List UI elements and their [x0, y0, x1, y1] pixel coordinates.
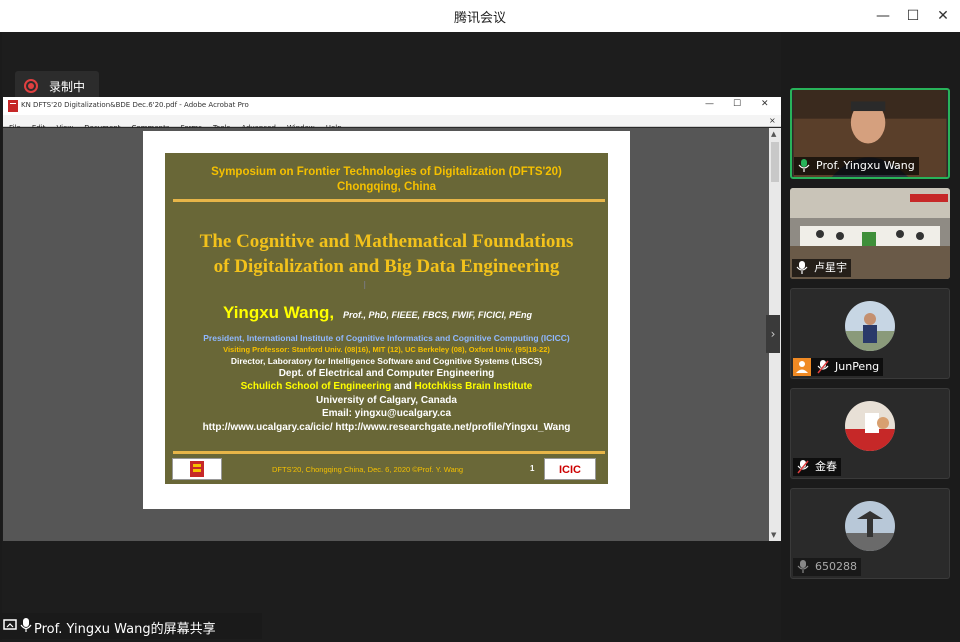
school-line: Schulich School of Engineering and Hotch… — [165, 381, 608, 392]
participant-name: 卢星宇 — [814, 261, 847, 274]
visiting-line: Visiting Professor: Stanford Univ. (08|1… — [223, 345, 550, 354]
dept-line: Dept. of Electrical and Computer Enginee… — [278, 368, 495, 379]
ucalgary-crest-logo — [172, 458, 222, 480]
acrobat-minimize-icon[interactable]: — — [705, 99, 714, 109]
scroll-down-icon[interactable]: ▼ — [771, 531, 776, 539]
footer-divider — [173, 451, 605, 454]
symposium-line2: Chongqing, China — [336, 181, 436, 193]
participant-name-tag: Prof. Yingxu Wang — [794, 157, 919, 175]
pdf-icon — [8, 100, 18, 112]
pdf-page: Symposium on Frontier Technologies of Di… — [143, 131, 630, 509]
acrobat-menu-bar: File Edit View Document Comments Forms T… — [3, 115, 781, 132]
urls-line: http://www.ucalgary.ca/icic/ http://www.… — [202, 422, 571, 433]
host-badge-icon — [793, 358, 811, 376]
microphone-icon — [796, 261, 808, 274]
acrobat-title-bar: KN DFTS'20 Digitalization&BDE Dec.6'20.p… — [3, 97, 781, 115]
participants-panel: Prof. Yingxu Wang 卢星宇 JunPeng 金春 650288 — [782, 32, 960, 640]
participant-avatar — [845, 501, 895, 551]
app-title: 腾讯会议 — [453, 11, 506, 26]
avatar-image — [845, 301, 895, 351]
screen-share-label: Prof. Yingxu Wang的屏幕共享 — [34, 622, 216, 637]
participant-name: JunPeng — [835, 360, 880, 373]
participant-name-tag: 卢星宇 — [792, 259, 851, 277]
participant-name: 金春 — [815, 460, 837, 473]
collapse-panel-button[interactable]: › — [766, 315, 780, 353]
school-a: Schulich School of Engineering — [240, 381, 392, 392]
crest-icon — [190, 461, 204, 477]
scroll-thumb[interactable] — [771, 142, 779, 182]
microphone-muted-icon — [817, 360, 829, 374]
microphone-on-icon — [798, 159, 810, 172]
participant-tile[interactable]: 650288 — [790, 488, 950, 579]
director-line: Director, Laboratory for Intelligence So… — [230, 356, 543, 366]
participant-tile[interactable]: 金春 — [790, 388, 950, 479]
microphone-muted-icon — [797, 460, 809, 474]
school-b: Hotchkiss Brain Institute — [414, 381, 533, 392]
participant-name: Prof. Yingxu Wang — [816, 159, 915, 172]
participant-tile[interactable]: 卢星宇 — [790, 188, 950, 279]
slide-page-number: 1 — [530, 464, 535, 473]
school-and: and — [393, 381, 412, 392]
footer-text: DFTS'20, Chongqing China, Dec. 6, 2020 ©… — [272, 465, 464, 474]
title-divider — [173, 199, 605, 202]
recording-label: 录制中 — [49, 80, 86, 94]
participant-avatar — [845, 301, 895, 351]
title-bar: 腾讯会议 — ☐ ✕ — [0, 0, 960, 32]
symposium-heading: Symposium on Frontier Technologies of Di… — [165, 165, 608, 195]
participant-tile[interactable]: Prof. Yingxu Wang — [790, 88, 950, 179]
avatar-image — [845, 401, 895, 451]
participant-avatar — [845, 401, 895, 451]
symposium-line1: Symposium on Frontier Technologies of Di… — [211, 166, 562, 178]
screen-share-banner: Prof. Yingxu Wang的屏幕共享 — [0, 613, 262, 639]
participant-name-tag: 金春 — [793, 458, 841, 476]
shared-acrobat-window: KN DFTS'20 Digitalization&BDE Dec.6'20.p… — [3, 97, 781, 541]
president-line: President, International Institute of Co… — [203, 333, 570, 343]
slide-title-line2: of Digitalization and Big Data Engineeri… — [213, 256, 560, 277]
slide-footer: DFTS'20, Chongqing China, Dec. 6, 2020 ©… — [172, 457, 602, 481]
slide: Symposium on Frontier Technologies of Di… — [165, 153, 608, 484]
text-cursor-icon: I — [363, 279, 367, 292]
close-icon[interactable]: ✕ — [933, 6, 953, 26]
maximize-icon[interactable]: ☐ — [903, 6, 923, 26]
screen-share-icon — [3, 619, 17, 630]
document-view[interactable]: Symposium on Frontier Technologies of Di… — [3, 128, 769, 541]
acrobat-maximize-icon[interactable]: ☐ — [733, 99, 741, 109]
record-icon — [24, 79, 38, 93]
document-close-icon[interactable]: × — [769, 115, 776, 127]
speaker-name: Yingxu Wang, — [223, 303, 335, 322]
acrobat-close-icon[interactable]: ✕ — [761, 99, 769, 109]
icic-logo: ICIC — [544, 458, 596, 480]
participant-name-tag: JunPeng — [793, 358, 884, 376]
email-line: Email: yingxu@ucalgary.ca — [321, 408, 452, 419]
speaker-credentials: Prof., PhD, FIEEE, FBCS, FWIF, FICICI, P… — [343, 310, 533, 320]
slide-title: The Cognitive and Mathematical Foundatio… — [165, 229, 608, 279]
meeting-window: 腾讯会议 — ☐ ✕ 录制中 KN DFTS'20 Digitalization… — [0, 0, 960, 642]
microphone-icon — [20, 618, 32, 632]
acrobat-window-title: KN DFTS'20 Digitalization&BDE Dec.6'20.p… — [21, 101, 249, 109]
minimize-icon[interactable]: — — [873, 6, 893, 26]
participant-tile[interactable]: JunPeng — [790, 288, 950, 379]
university-line: University of Calgary, Canada — [316, 395, 457, 406]
participant-name: 650288 — [815, 560, 857, 573]
microphone-icon — [797, 560, 809, 573]
avatar-image — [845, 501, 895, 551]
scroll-up-icon[interactable]: ▲ — [771, 130, 776, 138]
participant-name-tag: 650288 — [793, 558, 861, 576]
slide-title-line1: The Cognitive and Mathematical Foundatio… — [199, 231, 574, 252]
